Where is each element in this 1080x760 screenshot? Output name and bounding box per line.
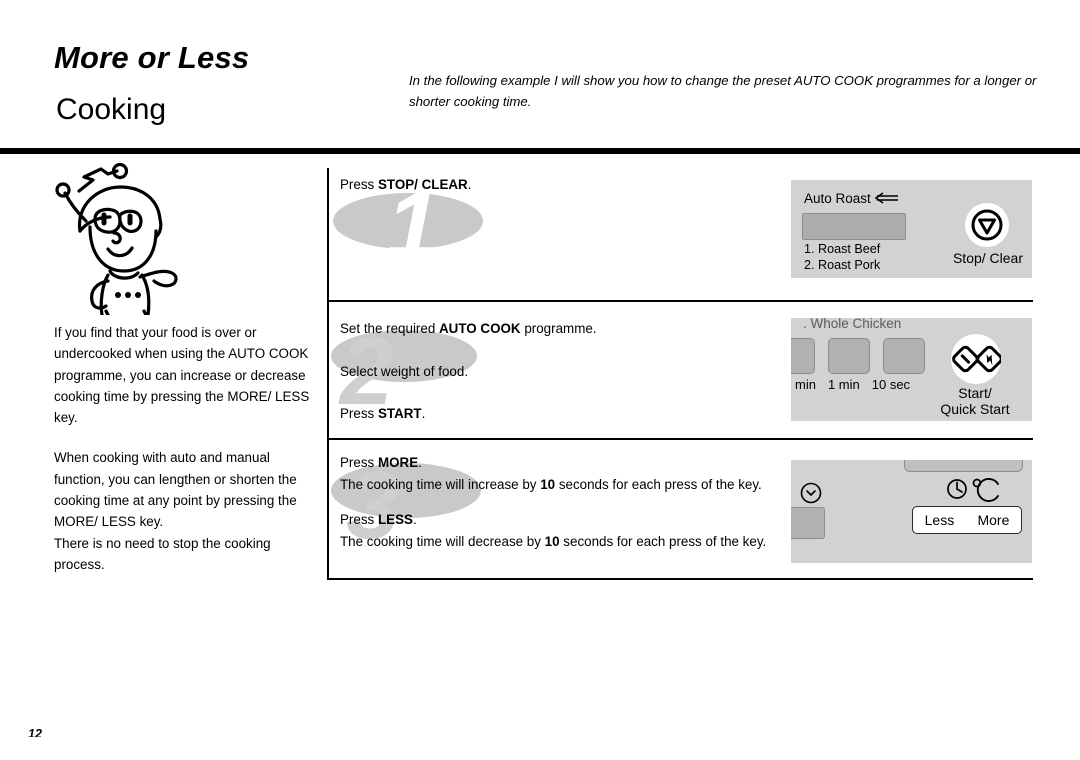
- mascot-illustration: [46, 162, 206, 317]
- text-run: .: [412, 512, 417, 527]
- auto-roast-display-key[interactable]: [802, 213, 906, 240]
- intro-paragraph: In the following example I will show you…: [409, 73, 1037, 109]
- time-key-10-sec[interactable]: [883, 338, 925, 374]
- text-run-bold: STOP/ CLEAR: [377, 177, 468, 192]
- text-run-bold: AUTO COOK: [439, 321, 521, 336]
- step-2-line-3: Press START.: [340, 403, 810, 425]
- start-quick-start-caption: Start/ Quick Start: [925, 385, 1025, 417]
- text-run: .: [467, 177, 472, 192]
- text-run: .: [418, 455, 422, 470]
- text-run-bold: 10: [544, 533, 560, 549]
- text-run: seconds for each press of the key.: [559, 533, 767, 549]
- text-run: Press: [340, 512, 378, 527]
- text-run: Press: [340, 455, 378, 470]
- text-run-bold: LESS: [377, 512, 413, 527]
- step-3-line-1: Press MORE.: [340, 452, 810, 474]
- step-3: Press MORE. The cooking time will increa…: [340, 452, 810, 552]
- time-key-1-min[interactable]: [828, 338, 870, 374]
- text-run: Set the required: [340, 321, 440, 336]
- step-divider-1: [328, 300, 1033, 302]
- step-3-line-2: The cooking time will increase by 10 sec…: [340, 474, 810, 496]
- page-title: More or Less: [54, 40, 250, 75]
- text-run: Select weight of food.: [340, 363, 469, 379]
- left-paragraph-3: There is no need to stop the cooking pro…: [54, 535, 271, 572]
- step-2-line-1: Set the required AUTO COOK programme.: [340, 318, 810, 340]
- left-paragraph-1: If you find that your food is over or un…: [54, 325, 310, 426]
- step-divider-3: [328, 578, 1033, 580]
- step-1: Press STOP/ CLEAR.: [340, 174, 810, 196]
- left-paragraph-2: When cooking with auto and manual functi…: [54, 450, 297, 530]
- step-2: Set the required AUTO COOK programme. Se…: [340, 318, 810, 425]
- time-key-row: [791, 338, 925, 374]
- text-run-bold: 10: [540, 476, 556, 492]
- left-body-copy: If you find that your food is over or un…: [54, 322, 312, 575]
- step-3-line-4: The cooking time will decrease by 10 sec…: [340, 531, 810, 553]
- left-arrow-icon: [874, 191, 900, 208]
- more-label: More: [977, 512, 1010, 528]
- control-panel-less-more: Less More: [791, 460, 1032, 563]
- less-label: Less: [924, 512, 955, 528]
- auto-roast-title-row: Auto Roast: [804, 190, 900, 208]
- clipped-key-above[interactable]: [904, 460, 1023, 472]
- auto-roast-menu-list: 1. Roast Beef 2. Roast Pork: [804, 242, 880, 273]
- step-1-line-1: Press STOP/ CLEAR.: [340, 174, 810, 196]
- text-run-bold: START: [377, 406, 422, 421]
- auto-roast-menu-item-1[interactable]: 1. Roast Beef: [804, 242, 880, 258]
- start-quick-start-button[interactable]: [951, 334, 1003, 384]
- start-quick-start-icon: [952, 345, 1003, 373]
- time-key-labels: min 1 min 10 sec: [795, 377, 910, 392]
- stop-clear-caption: Stop/ Clear: [952, 250, 1024, 266]
- time-key-label-10-sec: 10 sec: [871, 377, 911, 392]
- text-run: .: [421, 406, 426, 421]
- text-run: The cooking time will decrease by: [340, 533, 545, 549]
- start-caption-line-1: Start/: [958, 385, 992, 401]
- temperature-icon-group: [945, 476, 1003, 507]
- text-run-bold: MORE: [377, 455, 419, 470]
- time-key-label-1-min: 1 min: [827, 377, 860, 392]
- step-2-line-2: Select weight of food.: [340, 361, 810, 383]
- less-more-key[interactable]: Less More: [912, 506, 1022, 534]
- step-3-line-3: Press LESS.: [340, 509, 810, 531]
- text-run: The cooking time will increase by: [340, 476, 541, 492]
- auto-roast-label: Auto Roast: [804, 191, 871, 206]
- text-run: seconds for each press of the key.: [555, 476, 762, 492]
- stop-triangle-icon: [971, 209, 1003, 241]
- text-run: programme.: [520, 321, 597, 336]
- start-caption-line-2: Quick Start: [940, 401, 1010, 417]
- auto-roast-menu-item-2[interactable]: 2. Roast Pork: [804, 258, 880, 274]
- header-divider: [0, 148, 1080, 154]
- text-run: Press: [340, 406, 378, 421]
- whole-chicken-clipped-label: . Whole Chicken: [803, 318, 902, 331]
- step-divider-2: [328, 438, 1033, 440]
- page-subtitle: Cooking: [56, 93, 167, 126]
- stop-clear-button[interactable]: [965, 203, 1009, 247]
- column-divider: [327, 168, 329, 580]
- footer-divider: [0, 737, 1080, 740]
- text-run: Press: [340, 177, 378, 192]
